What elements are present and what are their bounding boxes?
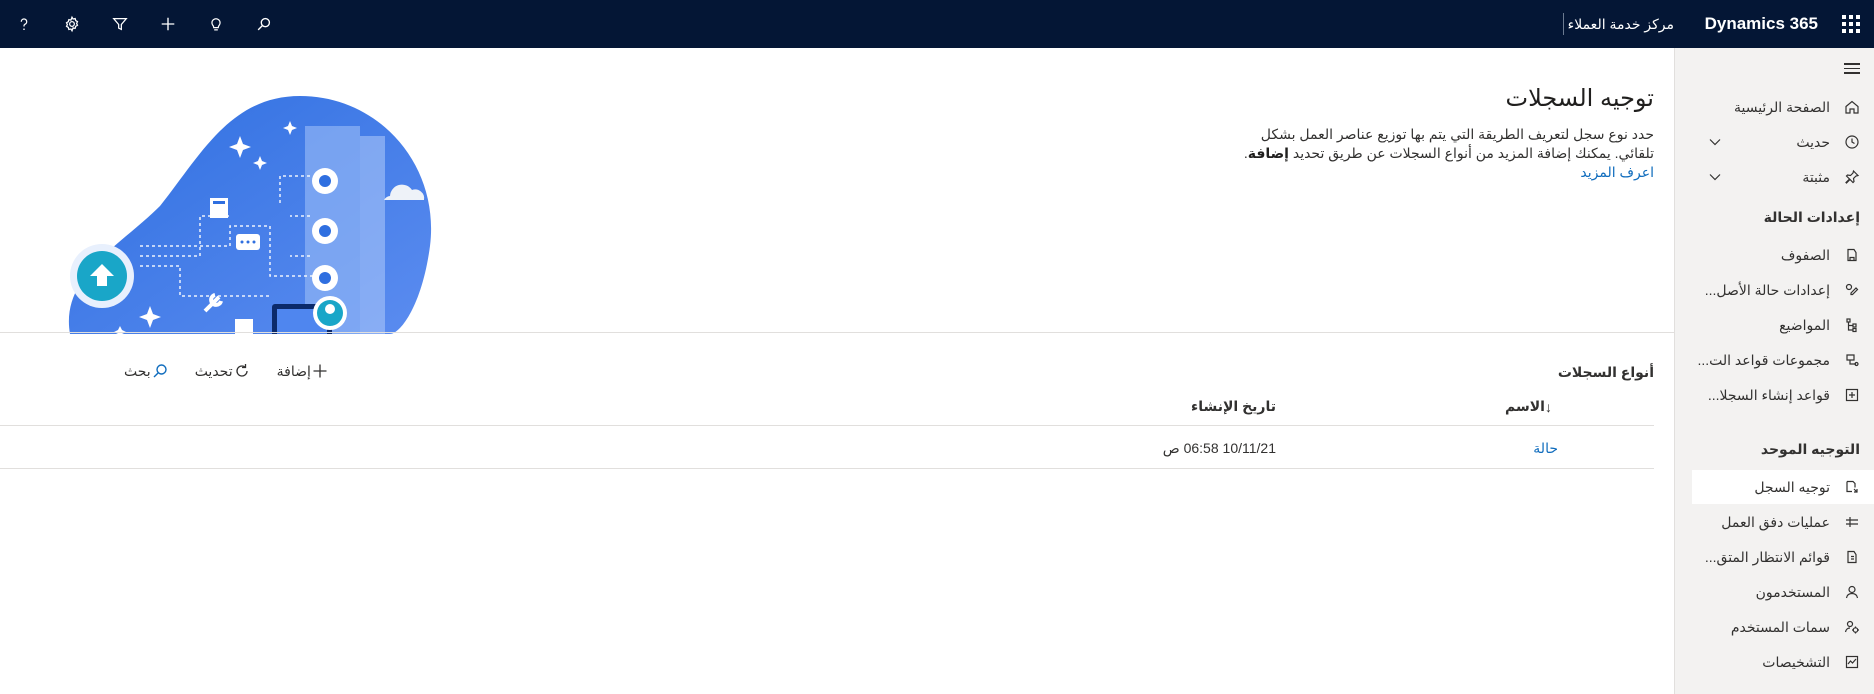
- sidebar-item-label: عمليات دفق العمل: [1721, 513, 1830, 530]
- sidebar-item-queues[interactable]: الصفوف: [1692, 238, 1874, 272]
- diagnostics-icon: [1840, 652, 1864, 672]
- sidebar-item-record-routing[interactable]: توجيه السجل: [1692, 470, 1874, 504]
- pin-icon: [1840, 167, 1864, 187]
- sidebar-item-label: مثبتة: [1802, 168, 1830, 185]
- sidebar-item-label: التشخيصات: [1762, 653, 1830, 670]
- sidebar-item-label: المواضيع: [1779, 316, 1830, 333]
- sidebar-item-label: قوائم الانتظار المتق...: [1704, 548, 1830, 565]
- brand-title[interactable]: Dynamics 365: [1705, 14, 1818, 34]
- help-icon[interactable]: [0, 0, 48, 48]
- sidebar-group-title: التوجيه الموحد: [1760, 441, 1860, 457]
- sidebar-item-label: الصفحة الرئيسية: [1733, 98, 1830, 115]
- plus-icon[interactable]: [144, 0, 192, 48]
- sidebar-item-advanced-queues[interactable]: قوائم الانتظار المتق...: [1692, 540, 1874, 574]
- sidebar-item-label: توجيه السجل: [1754, 478, 1830, 495]
- app-name[interactable]: مركز خدمة العملاء: [1568, 16, 1674, 33]
- page-title: توجيه السجلات: [1505, 85, 1655, 112]
- learn-more-link[interactable]: اعرف المزيد: [1580, 164, 1654, 180]
- sidebar-item-workstreams[interactable]: عمليات دفق العمل: [1692, 505, 1874, 539]
- sidebar-item-label: الصفوف: [1780, 246, 1830, 263]
- sidebar-item-label: إعدادات حالة الأصل...: [1704, 281, 1830, 298]
- topbar-divider: [1563, 13, 1564, 35]
- sort-descending-icon[interactable]: ↓: [1545, 399, 1552, 415]
- filter-icon[interactable]: [96, 0, 144, 48]
- sidebar-item-label: قواعد إنشاء السجلا...: [1707, 386, 1830, 403]
- record-routing-icon: [1840, 477, 1864, 497]
- refresh-button-label: تحديث: [194, 362, 233, 379]
- chevron-down-icon[interactable]: [1708, 135, 1722, 149]
- sidebar-item-subjects[interactable]: المواضيع: [1692, 308, 1874, 342]
- page-description: حدد نوع سجل لتعريف الطريقة التي يتم بها …: [1224, 125, 1654, 182]
- rules-icon: [1840, 350, 1864, 370]
- sidebar-item-label: المستخدمون: [1755, 583, 1830, 600]
- lightbulb-icon[interactable]: [192, 0, 240, 48]
- record-types-label: أنواع السجلات: [1557, 364, 1654, 380]
- grid-header: الاسم ↓ تاريخ الإنشاء: [0, 386, 1654, 426]
- sidebar-item-label: حديث: [1796, 133, 1830, 150]
- sidebar-item-users[interactable]: المستخدمون: [1692, 575, 1874, 609]
- sidebar-item-diagnostics[interactable]: التشخيصات: [1692, 645, 1874, 679]
- home-icon: [1840, 97, 1864, 117]
- settings-pen-icon: [1840, 280, 1864, 300]
- hamburger-menu-icon[interactable]: [1842, 60, 1862, 76]
- record-routing-illustration: [68, 96, 432, 334]
- plus-icon: [313, 364, 327, 378]
- sidebar-item-label: سمات المستخدم: [1730, 618, 1830, 635]
- sidebar-item-record-creation-rules[interactable]: قواعد إنشاء السجلا...: [1692, 378, 1874, 412]
- person-icon: [1840, 582, 1864, 602]
- queue-icon: [1840, 245, 1864, 265]
- top-app-bar: مركز خدمة العملاء Dynamics 365: [0, 0, 1874, 48]
- add-button-label: إضافة: [276, 362, 311, 379]
- record-rules-icon: [1840, 385, 1864, 405]
- search-icon: [153, 364, 167, 378]
- sidebar-item-pinned[interactable]: مثبتة: [1692, 160, 1874, 194]
- description-bold: إضافة: [1247, 145, 1289, 161]
- refresh-button[interactable]: تحديث: [195, 362, 257, 380]
- people-attributes-icon: [1840, 617, 1864, 637]
- search-icon[interactable]: [240, 0, 288, 48]
- sidebar-item-user-attributes[interactable]: سمات المستخدم: [1692, 610, 1874, 644]
- sidebar-item-case-settings[interactable]: إعدادات حالة الأصل...: [1692, 273, 1874, 307]
- search-button-label: بحث: [124, 362, 151, 379]
- search-button[interactable]: بحث: [124, 362, 175, 380]
- column-header-created-on[interactable]: تاريخ الإنشاء: [1191, 398, 1276, 415]
- clock-icon: [1840, 132, 1864, 152]
- app-launcher-icon[interactable]: [1838, 12, 1862, 36]
- workstream-icon: [1840, 512, 1864, 532]
- command-bar: إضافة تحديث بحث: [104, 357, 335, 385]
- add-button[interactable]: إضافة: [277, 362, 335, 380]
- hero-divider: [0, 332, 1674, 333]
- column-header-name[interactable]: الاسم ↓: [1505, 398, 1558, 415]
- sidebar-item-home[interactable]: الصفحة الرئيسية: [1692, 90, 1874, 124]
- main-content: توجيه السجلات حدد نوع سجل لتعريف الطريقة…: [0, 48, 1674, 694]
- description-text: حدد نوع سجل لتعريف الطريقة التي يتم بها …: [1260, 126, 1654, 161]
- site-map-sidebar: الصفحة الرئيسية حديث مثبتة إعدادات الحال…: [1674, 48, 1874, 694]
- created-on-cell: 10/11/21 06:58 ص: [1162, 440, 1276, 456]
- top-bar-actions: [0, 0, 288, 48]
- column-header-label: الاسم: [1505, 398, 1545, 414]
- sidebar-group-title: إعدادات الحالة: [1763, 209, 1860, 225]
- table-row[interactable]: حالة 10/11/21 06:58 ص: [0, 427, 1654, 469]
- advanced-queue-icon: [1840, 547, 1864, 567]
- gear-icon[interactable]: [48, 0, 96, 48]
- sidebar-item-label: مجموعات قواعد الت...: [1697, 351, 1830, 368]
- sidebar-item-recent[interactable]: حديث: [1692, 125, 1874, 159]
- vertical-scrollbar[interactable]: [1680, 94, 1688, 356]
- refresh-icon: [235, 364, 248, 377]
- chevron-down-icon[interactable]: [1708, 170, 1722, 184]
- tree-icon: [1840, 315, 1864, 335]
- record-type-link[interactable]: حالة: [1533, 440, 1558, 457]
- sidebar-item-rulesets[interactable]: مجموعات قواعد الت...: [1692, 343, 1874, 377]
